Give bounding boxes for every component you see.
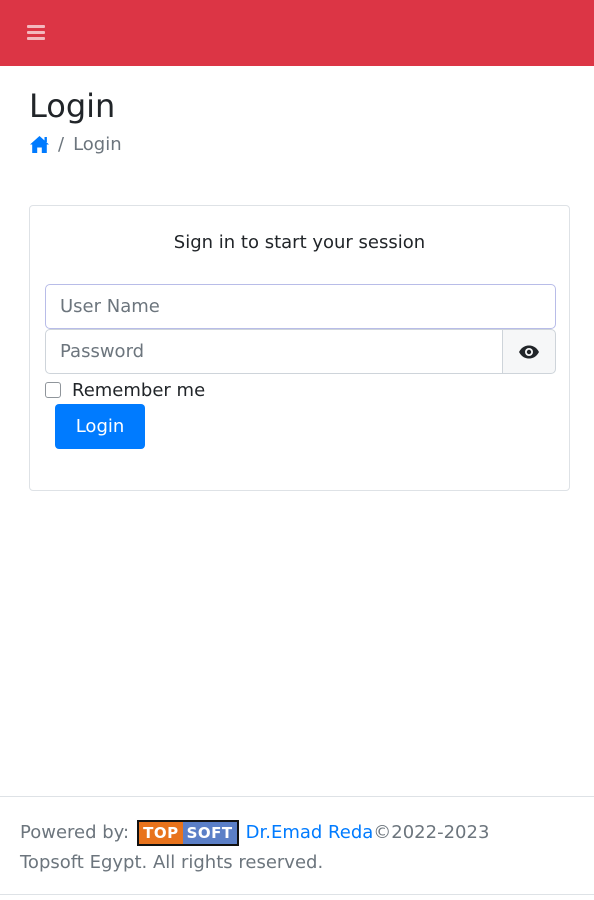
eye-icon xyxy=(519,345,539,358)
login-card: Sign in to start your session Remember m… xyxy=(29,205,570,491)
footer: Powered by: TOP SOFT Dr.Emad Reda ©2022-2… xyxy=(20,818,580,878)
login-button[interactable]: Login xyxy=(55,404,145,449)
logo-top: TOP xyxy=(139,822,183,844)
hamburger-icon[interactable] xyxy=(27,24,47,41)
powered-by-label: Powered by: xyxy=(20,822,130,843)
topsoft-logo: TOP SOFT xyxy=(137,820,239,846)
logo-soft: SOFT xyxy=(182,822,237,844)
password-input[interactable] xyxy=(45,329,504,374)
copyright-years: ©2022-2023 xyxy=(373,822,490,843)
top-navbar xyxy=(0,0,594,66)
footer-divider xyxy=(0,796,594,797)
breadcrumb-current: Login xyxy=(73,133,122,155)
remember-me-checkbox[interactable] xyxy=(45,382,61,398)
rights-text: Topsoft Egypt. All rights reserved. xyxy=(20,852,324,873)
author-link[interactable]: Dr.Emad Reda xyxy=(246,818,374,848)
login-message: Sign in to start your session xyxy=(173,232,426,253)
remember-me[interactable]: Remember me xyxy=(45,378,205,402)
remember-me-label: Remember me xyxy=(72,379,206,401)
breadcrumb: / Login xyxy=(29,132,122,156)
home-icon[interactable] xyxy=(29,135,50,154)
breadcrumb-separator: / xyxy=(58,133,65,155)
username-input[interactable] xyxy=(45,284,556,329)
toggle-password-button[interactable] xyxy=(502,329,556,374)
page-title: Login xyxy=(29,87,116,125)
footer-bottom-divider xyxy=(0,894,594,895)
